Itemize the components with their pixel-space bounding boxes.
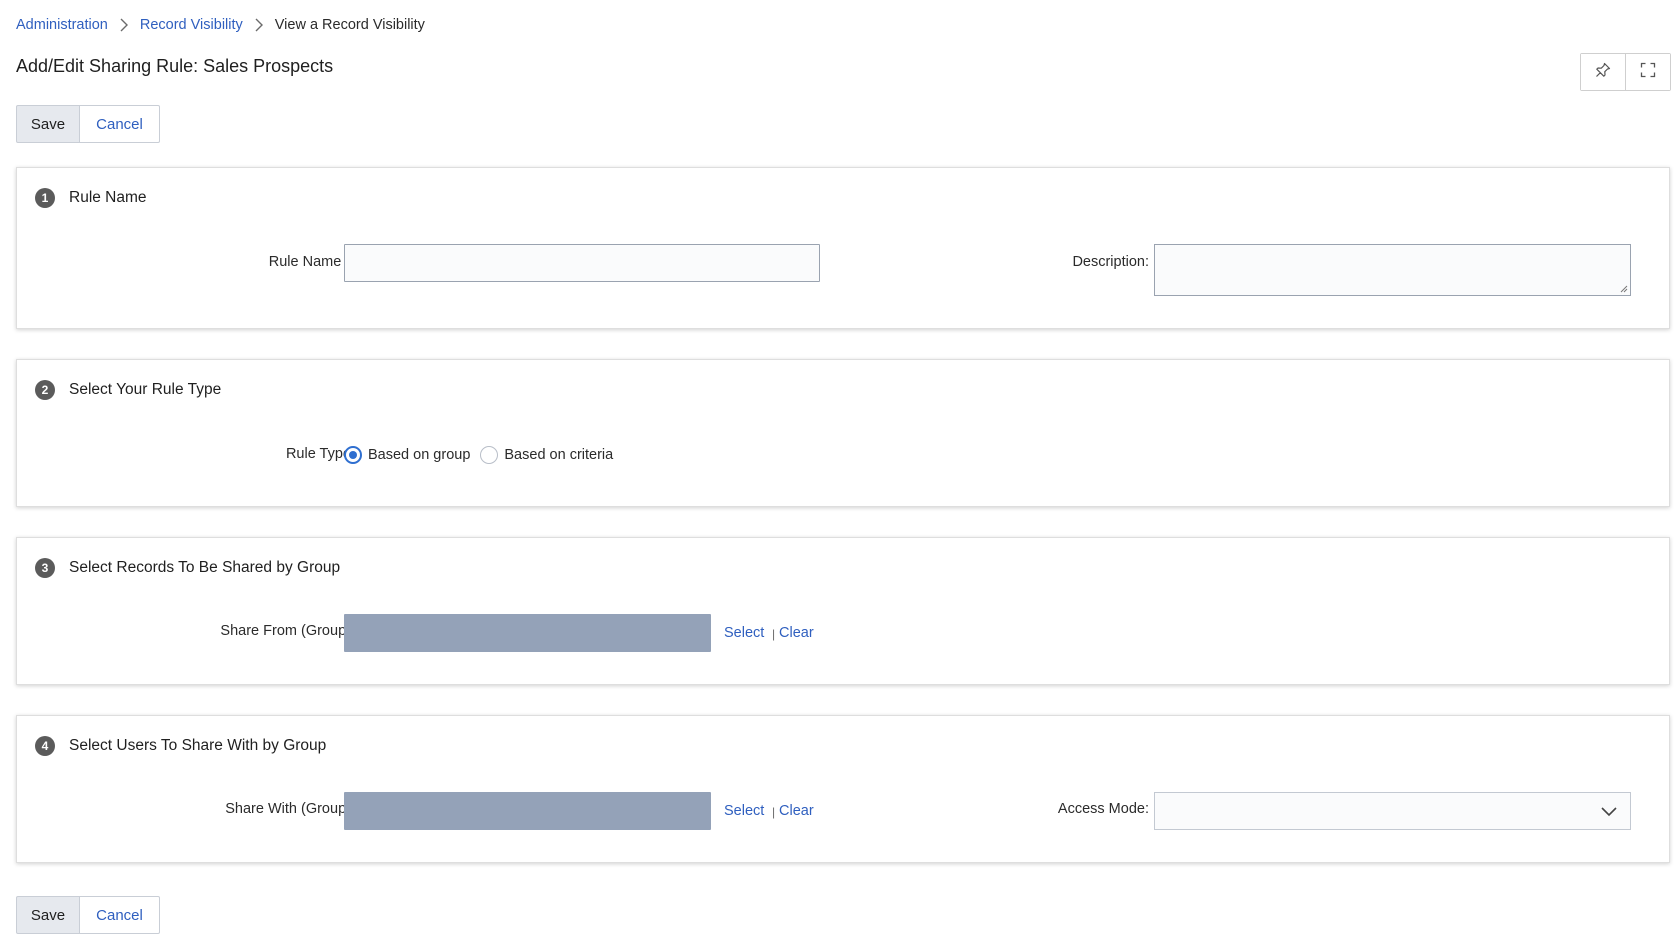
page-tools [1580, 53, 1671, 91]
share-from-select-link[interactable]: Select [724, 625, 764, 641]
radio-label[interactable]: Based on criteria [504, 447, 613, 463]
rule-name-label: Rule Name *: [268, 254, 355, 270]
cancel-button[interactable]: Cancel [80, 105, 160, 143]
radio-label[interactable]: Based on group [368, 447, 470, 463]
step-number: 4 [35, 736, 55, 756]
step-number: 3 [35, 558, 55, 578]
section-records-shared: 3 Select Records To Be Shared by Group S… [16, 537, 1670, 685]
description-label: Description: [1072, 254, 1149, 270]
section-title: Select Your Rule Type [69, 381, 222, 398]
breadcrumb-record-visibility[interactable]: Record Visibility [140, 17, 243, 33]
link-separator: | [772, 805, 776, 819]
step-number: 1 [35, 188, 55, 208]
resize-grip-icon[interactable] [1620, 285, 1628, 293]
chevron-right-icon [108, 18, 140, 32]
section-header: 1 Rule Name [35, 188, 147, 208]
save-button[interactable]: Save [16, 896, 80, 934]
section-title: Select Records To Be Shared by Group [69, 559, 341, 576]
save-button[interactable]: Save [16, 105, 80, 143]
description-textarea[interactable] [1154, 244, 1631, 296]
section-header: 4 Select Users To Share With by Group [35, 736, 326, 756]
top-action-buttons: Save Cancel [16, 105, 160, 143]
access-mode-select[interactable] [1154, 792, 1631, 830]
page-title: Add/Edit Sharing Rule: Sales Prospects [16, 56, 334, 76]
rule-type-options: Based on group Based on criteria [344, 446, 623, 464]
chevron-down-icon [1601, 807, 1617, 817]
share-with-label: Share With (Group): [225, 801, 355, 817]
section-rule-type: 2 Select Your Rule Type Rule Type: Based… [16, 359, 1670, 507]
radio-based-on-criteria[interactable] [480, 446, 499, 464]
section-header: 2 Select Your Rule Type [35, 380, 221, 400]
share-with-select-link[interactable]: Select [724, 803, 764, 819]
section-rule-name: 1 Rule Name Rule Name *: Description: [16, 167, 1670, 329]
section-title: Select Users To Share With by Group [69, 737, 327, 754]
breadcrumb-administration[interactable]: Administration [16, 17, 108, 33]
share-from-field [344, 614, 711, 652]
cancel-button[interactable]: Cancel [80, 896, 160, 934]
section-header: 3 Select Records To Be Shared by Group [35, 558, 340, 578]
pin-icon [1595, 62, 1611, 83]
link-separator: | [772, 627, 776, 641]
bottom-action-buttons: Save Cancel [16, 896, 160, 934]
radio-based-on-group[interactable] [344, 446, 362, 464]
share-with-clear-link[interactable]: Clear [779, 803, 814, 819]
fullscreen-icon [1640, 62, 1656, 83]
breadcrumb-current: View a Record Visibility [274, 17, 425, 33]
rule-name-input[interactable] [344, 244, 820, 282]
share-with-field [344, 792, 711, 830]
section-users-share-with: 4 Select Users To Share With by Group Sh… [16, 715, 1670, 863]
breadcrumb: Administration Record Visibility View a … [16, 17, 425, 33]
share-from-clear-link[interactable]: Clear [779, 625, 814, 641]
share-from-label: Share From (Group): [220, 623, 355, 639]
chevron-right-icon [243, 18, 275, 32]
access-mode-label: Access Mode: [1057, 801, 1149, 817]
pin-button[interactable] [1581, 54, 1625, 90]
fullscreen-button[interactable] [1625, 54, 1670, 90]
section-title: Rule Name [69, 189, 147, 206]
step-number: 2 [35, 380, 55, 400]
